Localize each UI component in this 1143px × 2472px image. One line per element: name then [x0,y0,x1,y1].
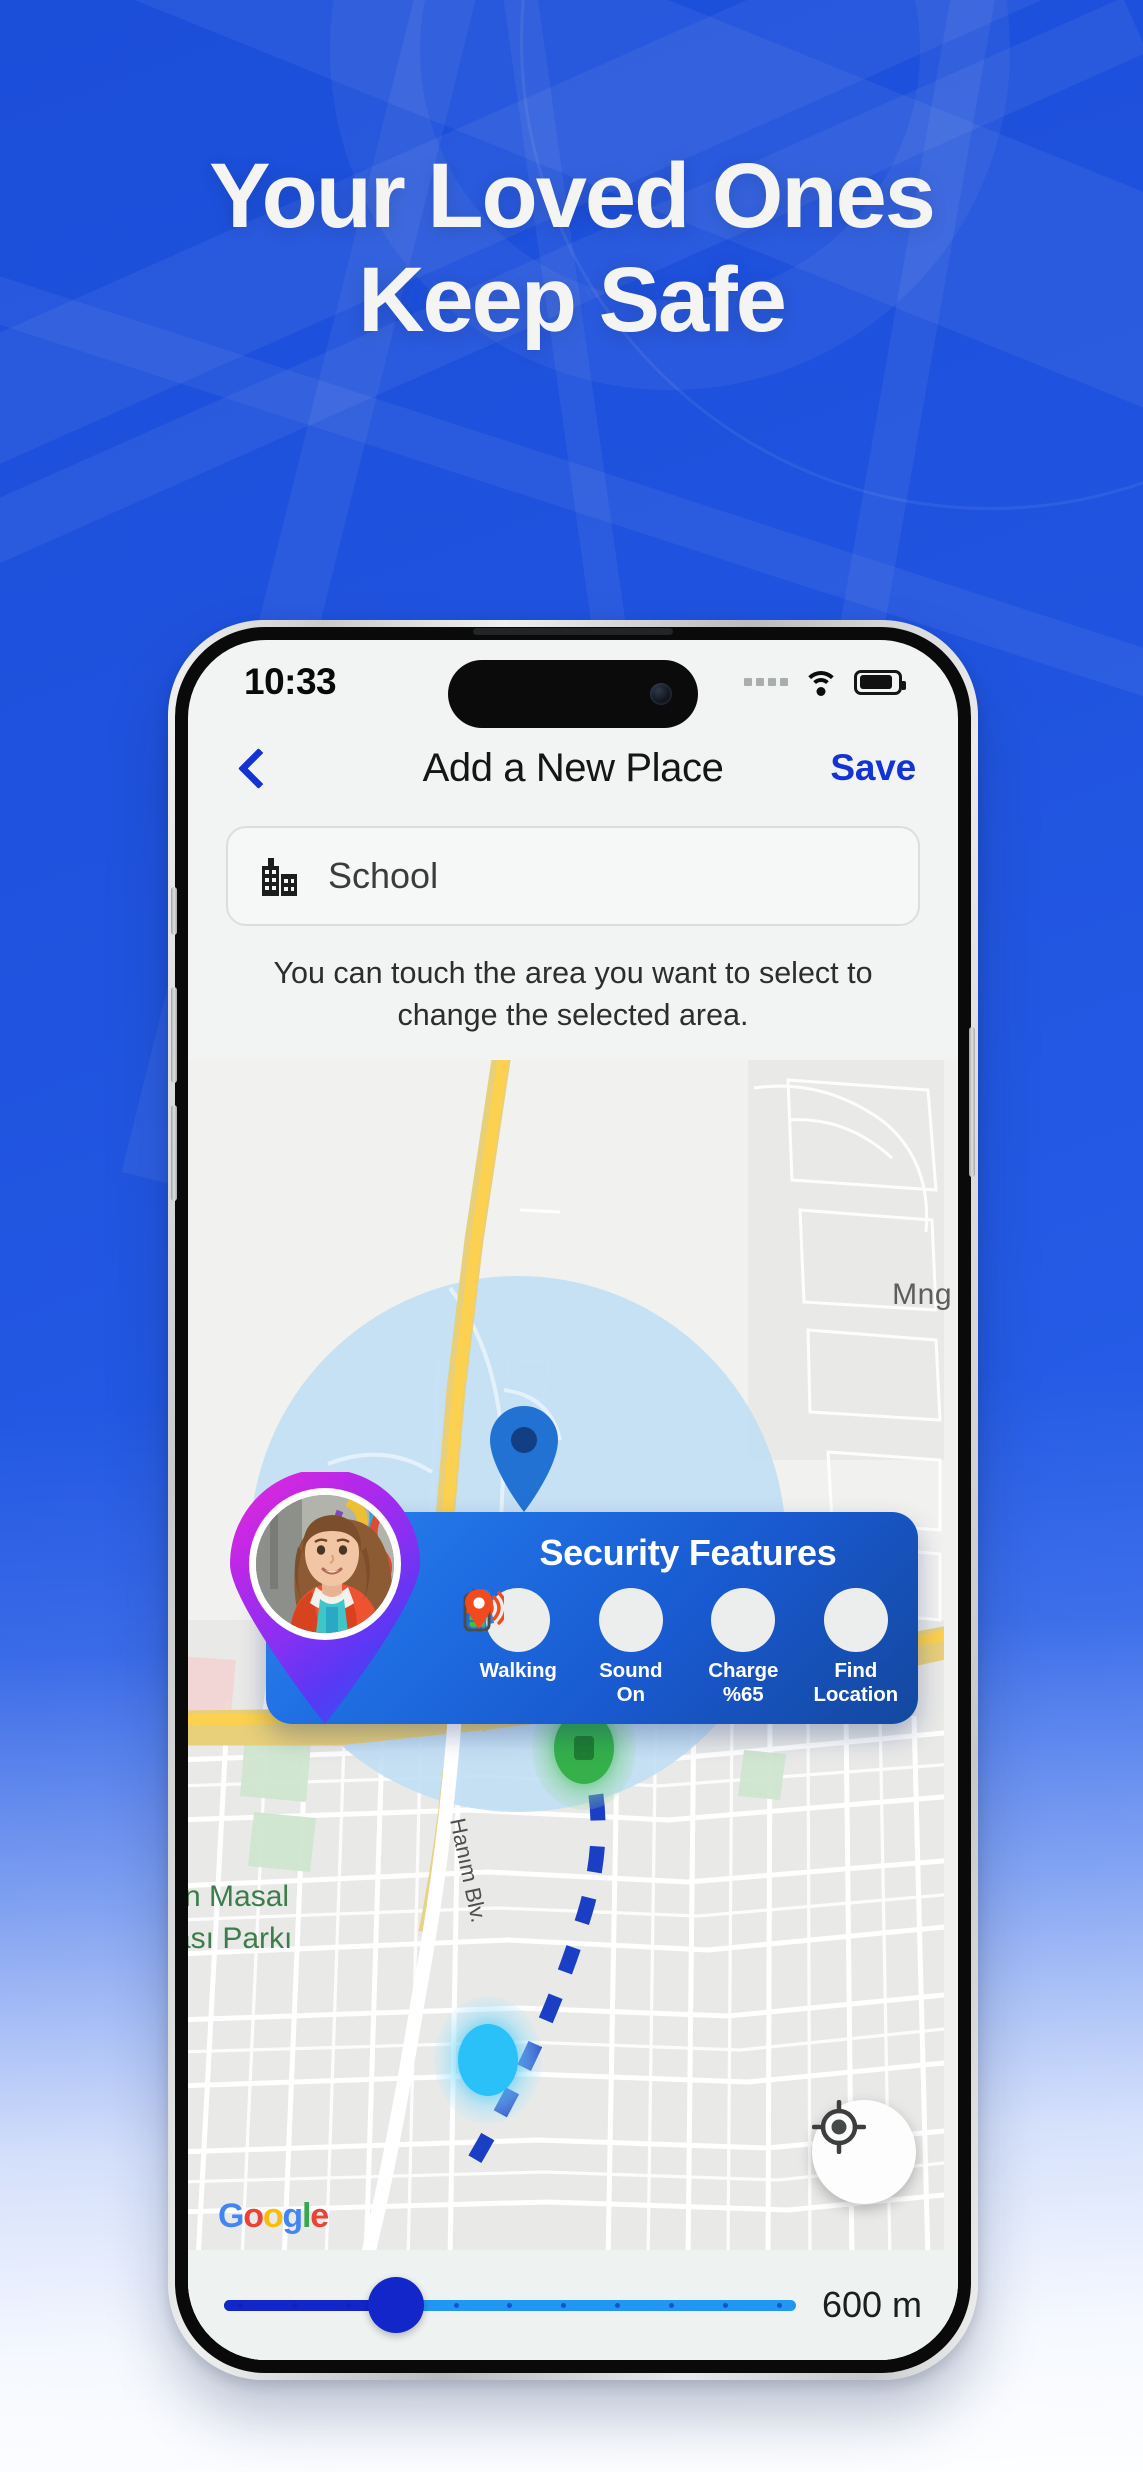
phone-screen: 10:33 Add a New Place Save School You ca… [188,640,958,2360]
slider-ticks [224,2303,796,2308]
phone-bezel: 10:33 Add a New Place Save School You ca… [171,627,975,2373]
feature-label: Find Location [813,1659,899,1706]
feature-charge[interactable]: Charge %65 [463,1588,799,1707]
avatar-ring [249,1488,401,1640]
feature-label: Walking [479,1659,557,1682]
save-button[interactable]: Save [830,747,916,789]
place-name-input[interactable]: School [226,826,920,926]
security-features-card[interactable]: Security Features Walking Sound On Charg… [266,1512,918,1724]
radius-slider[interactable] [224,2277,796,2333]
power-button[interactable] [969,1027,975,1177]
phone-mockup: 10:33 Add a New Place Save School You ca… [168,620,978,2380]
navigation-bar: Add a New Place Save [188,724,958,812]
pulsing-dot-icon [434,1996,542,2124]
slider-thumb[interactable] [367,2277,424,2333]
my-location-button[interactable] [812,2100,916,2204]
speaker-sound-icon [466,1588,663,1652]
park-label-line-1: n Masal [188,1880,289,1913]
security-card-title: Security Features [539,1532,837,1573]
dynamic-island [448,660,698,728]
zoom-radius-bar: 600 m [188,2250,958,2360]
security-features-list: Walking Sound On Charge %65 Find Locatio… [462,1588,912,1707]
map-edge-label: Mng [892,1278,952,1311]
volume-up-button[interactable] [171,987,177,1083]
feature-find-location[interactable]: Find Location [465,1588,912,1707]
avatar [256,1495,394,1633]
battery-icon [854,669,906,695]
status-indicators [744,669,906,696]
my-location-crosshair-icon [812,2100,866,2154]
signal-dots-icon [744,678,788,686]
child-avatar-pin-icon[interactable] [230,1472,420,1724]
status-bar: 10:33 [188,640,958,728]
battery-charge-icon [463,1588,776,1652]
building-icon [260,854,300,898]
volume-down-button[interactable] [171,1105,177,1201]
place-name-value: School [328,855,439,896]
selection-hint-text: You can touch the area you want to selec… [273,956,873,1033]
google-attribution: Google [218,2197,329,2235]
headline-line-1: Your Loved Ones [209,145,936,247]
location-pin-icon [465,1588,888,1652]
headline-line-2: Keep Safe [358,248,787,351]
feature-label: Sound On [599,1659,663,1706]
mute-switch[interactable] [171,887,177,935]
map-view[interactable]: E96 [188,1060,958,2360]
feature-sound[interactable]: Sound On [466,1588,687,1707]
earpiece-speaker [473,628,673,635]
radius-value-label: 600 m [821,2284,922,2325]
promo-headline: Your Loved Ones Keep Safe [0,149,1143,351]
status-clock: 10:33 [244,661,337,702]
front-camera-icon [650,683,672,705]
feature-label: Charge %65 [708,1659,779,1706]
wifi-icon [803,669,839,696]
park-label-line-2: ası Parkı [188,1922,292,1955]
